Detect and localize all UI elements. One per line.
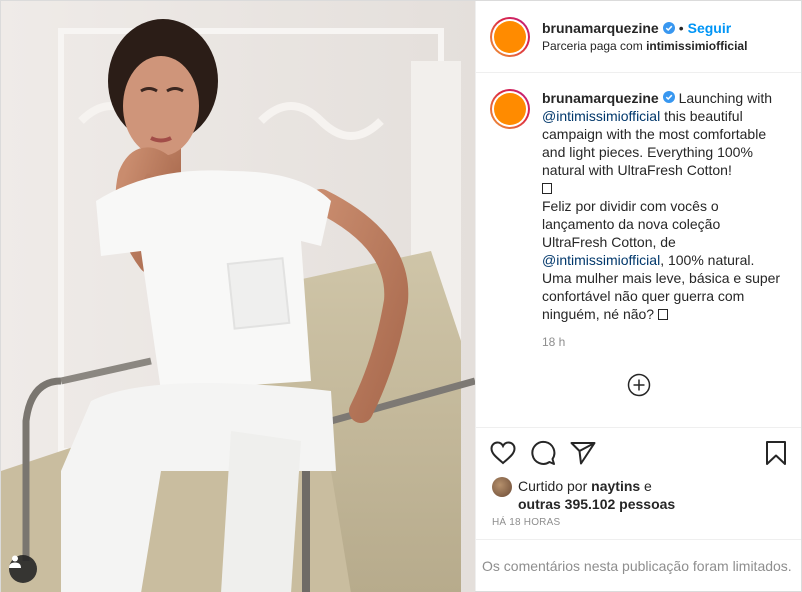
emoji-glyph <box>657 309 668 320</box>
author-username[interactable]: brunamarquezine <box>542 19 659 37</box>
likes-middle: e <box>640 478 652 494</box>
paper-plane-icon <box>570 441 596 464</box>
author-avatar[interactable] <box>490 16 530 57</box>
emoji-glyph <box>542 183 552 194</box>
caption-text: brunamarquezine Launching with @intimiss… <box>542 89 787 323</box>
comment-bubble-icon <box>531 440 556 465</box>
likes-summary: Curtido por naytins e outras 395.102 pess… <box>476 477 801 517</box>
verified-badge-icon <box>662 91 675 103</box>
photo-illustration <box>1 1 475 592</box>
instagram-post: brunamarquezine • Seguir Parceria paga c… <box>0 0 802 592</box>
save-button[interactable] <box>759 433 787 473</box>
comments-area: brunamarquezine Launching with @intimiss… <box>476 73 801 427</box>
caption-part3: Feliz por dividir com vocês o lançamento… <box>542 198 721 250</box>
tagged-users-button[interactable] <box>9 555 37 583</box>
separator-bullet: • <box>678 19 684 36</box>
likes-prefix: Curtido por <box>518 478 592 494</box>
caption-author-avatar[interactable] <box>490 89 530 129</box>
share-button[interactable] <box>570 433 610 473</box>
caption-username[interactable]: brunamarquezine <box>542 90 659 106</box>
bookmark-icon <box>766 440 786 465</box>
liker-username[interactable]: naytins <box>591 478 640 494</box>
caption-part1: Launching with <box>674 90 772 106</box>
likes-count-link[interactable]: outras 395.102 pessoas <box>518 496 675 512</box>
mention-link[interactable]: @intimissimiofficial <box>542 252 660 268</box>
caption: brunamarquezine Launching with @intimiss… <box>490 89 787 323</box>
follow-button[interactable]: Seguir <box>688 19 732 37</box>
mention-link[interactable]: @intimissimiofficial <box>542 108 660 124</box>
paid-partnership-line: Parceria paga com intimissimiofficial <box>542 37 747 55</box>
verified-badge-icon <box>662 21 675 34</box>
action-bar <box>476 427 801 477</box>
post-photo[interactable] <box>1 1 475 592</box>
plus-circle-icon <box>627 373 650 397</box>
partner-link[interactable]: intimissimiofficial <box>646 39 747 53</box>
comment-button[interactable] <box>530 433 570 473</box>
caption-timestamp[interactable]: 18 h <box>542 335 787 349</box>
heart-icon <box>490 440 516 464</box>
comments-limited-notice: Os comentários nesta publicação foram li… <box>476 539 801 591</box>
like-button[interactable] <box>490 433 530 473</box>
liker-avatar[interactable] <box>492 477 512 497</box>
partnership-prefix: Parceria paga com <box>542 38 643 53</box>
post-header: brunamarquezine • Seguir Parceria paga c… <box>476 1 801 73</box>
load-more-comments-button[interactable] <box>490 373 787 397</box>
post-age[interactable]: HÁ 18 HORAS <box>476 517 801 539</box>
post-sidebar: brunamarquezine • Seguir Parceria paga c… <box>475 1 801 591</box>
person-icon <box>9 555 21 568</box>
